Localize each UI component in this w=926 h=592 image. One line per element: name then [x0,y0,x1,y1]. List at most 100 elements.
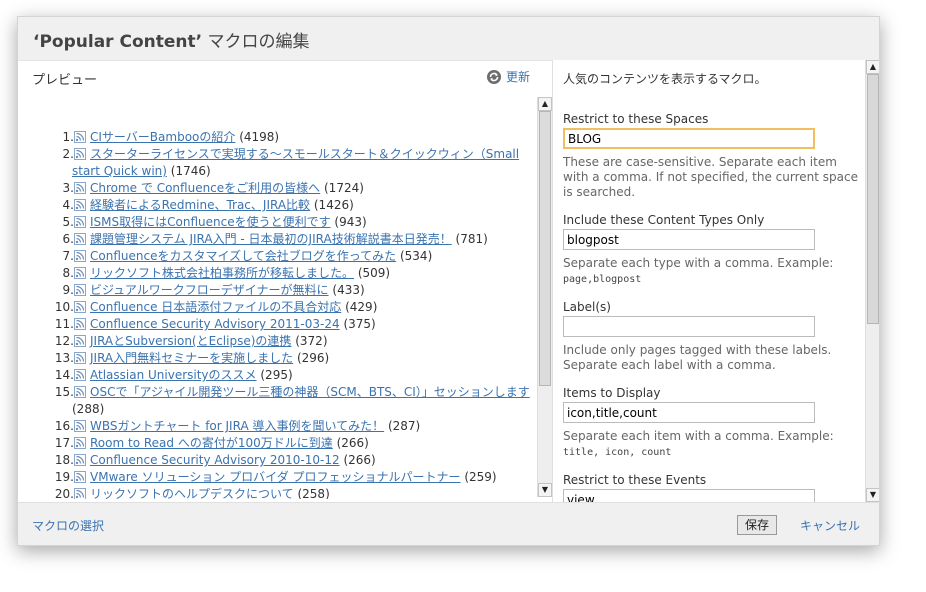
list-item-number: 9. [62,283,74,297]
preview-scrollbar[interactable]: ▲ ▼ [537,97,552,497]
spaces-label: Restrict to these Spaces [563,112,709,126]
list-item-number: 1. [62,130,74,144]
content-link[interactable]: Confluence 日本語添付ファイルの不具合対応 [90,300,341,314]
list-item-body: Room to Read への寄付が100万ドルに到達 (266) [74,435,534,452]
list-item-number: 5. [62,215,74,229]
content-link[interactable]: Confluence Security Advisory 2010-10-12 [90,453,340,467]
content-link[interactable]: Confluenceをカスタマイズして会社ブログを作ってみた [90,249,396,263]
refresh-button[interactable]: 更新 [486,68,530,85]
dialog-footer: マクロの選択 保存 キャンセル [18,502,879,545]
content-types-input[interactable] [563,229,815,250]
preview-pane: 1. CIサーバーBambooの紹介 (4198) 2. スターターライセンスで実現す… [18,95,552,499]
content-link-cont[interactable]: start Quick win) [72,164,167,178]
content-link[interactable]: Room to Read への寄付が100万ドルに到達 [90,436,333,450]
content-types-label: Include these Content Types Only [563,213,765,227]
content-link[interactable]: JIRA入門無料セミナーを実施しました [90,351,293,365]
params-scroll-up-arrow[interactable]: ▲ [866,60,879,74]
view-count: (288) [72,402,105,416]
macro-description: 人気のコンテンツを表示するマクロ。 [563,72,767,86]
items-display-input[interactable] [563,402,815,423]
list-item-body: Atlassian Universityのススメ (295) [74,367,534,384]
scroll-down-arrow[interactable]: ▼ [538,483,552,497]
content-link[interactable]: ビジュアルワークフローデザイナーが無料に [90,283,329,297]
feed-icon [74,470,90,484]
list-item-number: 20. [54,487,74,499]
view-count: (266) [336,436,369,450]
refresh-icon [486,69,502,85]
labels-input[interactable] [563,316,815,337]
list-item-number: 7. [62,249,74,263]
save-button[interactable]: 保存 [737,515,777,535]
select-macro-link[interactable]: マクロの選択 [32,517,104,534]
list-item-number: 8. [62,266,74,280]
scroll-up-arrow[interactable]: ▲ [538,97,552,111]
list-item-number: 15. [54,385,74,399]
list-item-number: 19. [54,470,74,484]
content-link[interactable]: OSCで「アジャイル開発ツール三種の神器（SCM、BTS、CI）」セッションしま… [90,385,530,399]
content-link[interactable]: VMware ソリューション プロバイダ プロフェッショナルパートナー [90,470,461,484]
content-link[interactable]: JIRAとSubversion(とEclipse)の連携 [90,334,291,348]
scroll-thumb[interactable] [539,111,551,386]
list-item-body: Chrome で Confluenceをご利用の皆様へ (1724) [74,180,534,197]
items-display-help-text: Separate each item with a comma. Example… [563,429,834,443]
list-item-number: 14. [54,368,74,382]
list-item-number: 2. [62,147,74,161]
list-item-body-cont: start Quick win) (1746) [72,163,542,180]
items-display-help: Separate each item with a comma. Example… [563,429,858,460]
spaces-input[interactable] [563,128,815,149]
list-item-number: 6. [62,232,74,246]
cancel-link[interactable]: キャンセル [800,517,860,534]
view-count: (296) [296,351,330,365]
list-item-body: リックソフト株式会社柏事務所が移転しました。 (509) [74,265,534,282]
list-item-body: Confluence 日本語添付ファイルの不具合対応 (429) [74,299,534,316]
content-link[interactable]: Chrome で Confluenceをご利用の皆様へ [90,181,320,195]
list-item-body: WBSガントチャート for JIRA 導入事例を聞いてみた！ (287) [74,418,534,435]
content-link[interactable]: 経験者によるRedmine、Trac、JIRA比較 [90,198,310,212]
feed-icon [74,487,90,499]
labels-help: Include only pages tagged with these lab… [563,343,832,372]
content-link[interactable]: リックソフトのヘルプデスクについて [90,487,294,499]
view-count: (509) [357,266,391,280]
view-count: (4198) [239,130,280,144]
list-item-number: 4. [62,198,74,212]
list-item-number: 12. [54,334,74,348]
feed-icon [74,300,90,314]
view-count: (1426) [313,198,354,212]
content-link[interactable]: リックソフト株式会社柏事務所が移転しました。 [90,266,354,280]
edit-macro-dialog: ‘Popular Content’ マクロの編集 プレビュー 更新 1. CIサー… [17,16,880,546]
content-link[interactable]: WBSガントチャート for JIRA 導入事例を聞いてみた！ [90,419,384,433]
items-display-example: title, icon, count [563,447,672,458]
events-input[interactable] [563,489,815,502]
list-item-body: Confluence Security Advisory 2011-03-24 … [74,316,534,333]
params-scrollbar[interactable]: ▲ ▼ [865,60,879,502]
dialog-title-suffix: マクロの編集 [202,32,310,52]
content-link[interactable]: スターターライセンスで実現する〜スモールスタート＆クイックウィン（Small [90,147,519,161]
content-link[interactable]: ISMS取得にはConfluenceを使うと便利です [90,215,331,229]
content-link[interactable]: Atlassian Universityのススメ [90,368,257,382]
view-count: (375) [343,317,376,331]
view-count: (295) [260,368,293,382]
feed-icon [74,283,90,297]
content-link[interactable]: 課題管理システム JIRA入門 - 日本最初のJIRA技術解説書本日発売！ [90,232,452,246]
list-item-number: 18. [54,453,74,467]
dialog-title-macro-name: ‘Popular Content’ [33,32,203,52]
params-scroll-thumb[interactable] [867,74,879,324]
list-item-body: ビジュアルワークフローデザイナーが無料に (433) [74,282,534,299]
view-count: (287) [387,419,421,433]
list-item-body: VMware ソリューション プロバイダ プロフェッショナルパートナー (259… [74,469,534,486]
list-item-body: Confluenceをカスタマイズして会社ブログを作ってみた (534) [74,248,534,265]
view-count: (1724) [324,181,364,195]
params-scroll-down-arrow[interactable]: ▼ [866,488,879,502]
view-count: (259) [464,470,497,484]
feed-icon [74,198,90,212]
content-types-help-text: Separate each type with a comma. Example… [563,256,834,270]
items-display-label: Items to Display [563,386,661,400]
feed-icon [74,249,90,263]
view-count: (266) [343,453,376,467]
list-item-body-cont: (288) [72,401,542,418]
list-item-number: 3. [62,181,74,195]
list-item-body: JIRA入門無料セミナーを実施しました (296) [74,350,534,367]
content-link[interactable]: CIサーバーBambooの紹介 [90,130,235,144]
content-link[interactable]: Confluence Security Advisory 2011-03-24 [90,317,340,331]
view-count: (258) [297,487,330,499]
